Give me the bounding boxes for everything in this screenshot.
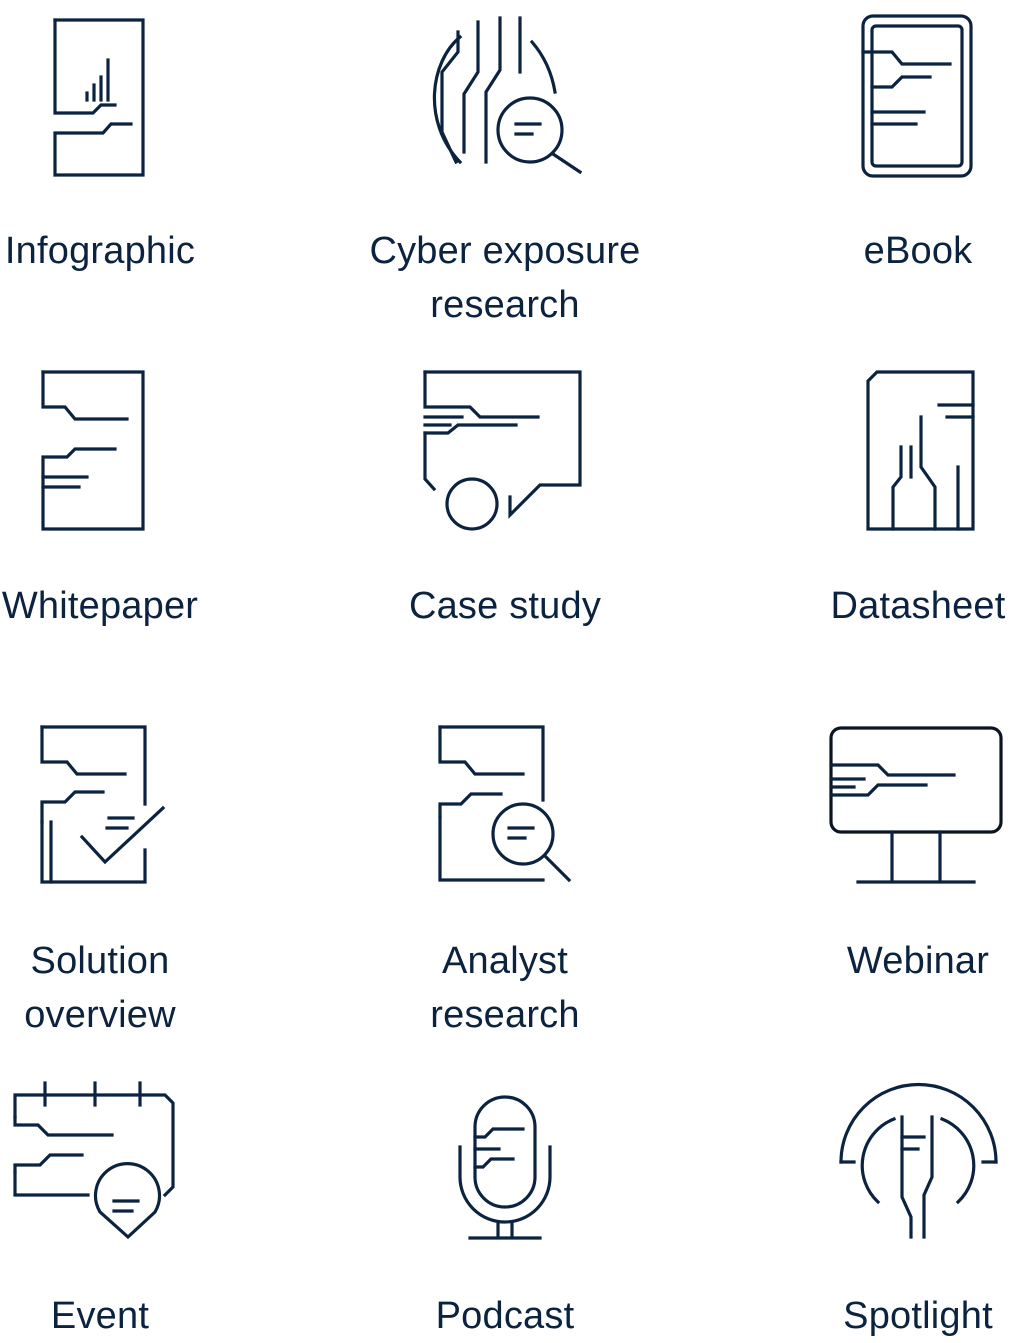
resource-label: eBook (863, 230, 973, 272)
case-study-icon (423, 370, 582, 531)
resource-label: Spotlight (843, 1295, 993, 1337)
resource-label: Solution overview (24, 940, 176, 1036)
event-icon (13, 1081, 175, 1240)
resource-label: Cyber exposure research (369, 230, 641, 326)
datasheet-icon (866, 370, 975, 531)
webinar-icon (829, 726, 1003, 884)
solution-overview-icon (40, 725, 166, 884)
resource-label: Infographic (4, 230, 196, 272)
cyber-exposure-research-icon (432, 16, 583, 175)
resource-label: Analyst research (430, 940, 580, 1036)
podcast-icon (458, 1095, 552, 1240)
resource-label: Datasheet (830, 585, 1006, 627)
spotlight-icon (839, 1082, 998, 1239)
resource-label: Case study (408, 585, 602, 627)
resource-label: Podcast (435, 1295, 575, 1337)
ebook-icon (861, 14, 973, 178)
whitepaper-icon (41, 370, 145, 531)
resource-label: Event (50, 1295, 150, 1337)
analyst-research-icon (438, 725, 572, 883)
resource-label: Webinar (846, 940, 990, 982)
resource-label: Whitepaper (1, 585, 199, 627)
infographic-icon (53, 18, 145, 177)
